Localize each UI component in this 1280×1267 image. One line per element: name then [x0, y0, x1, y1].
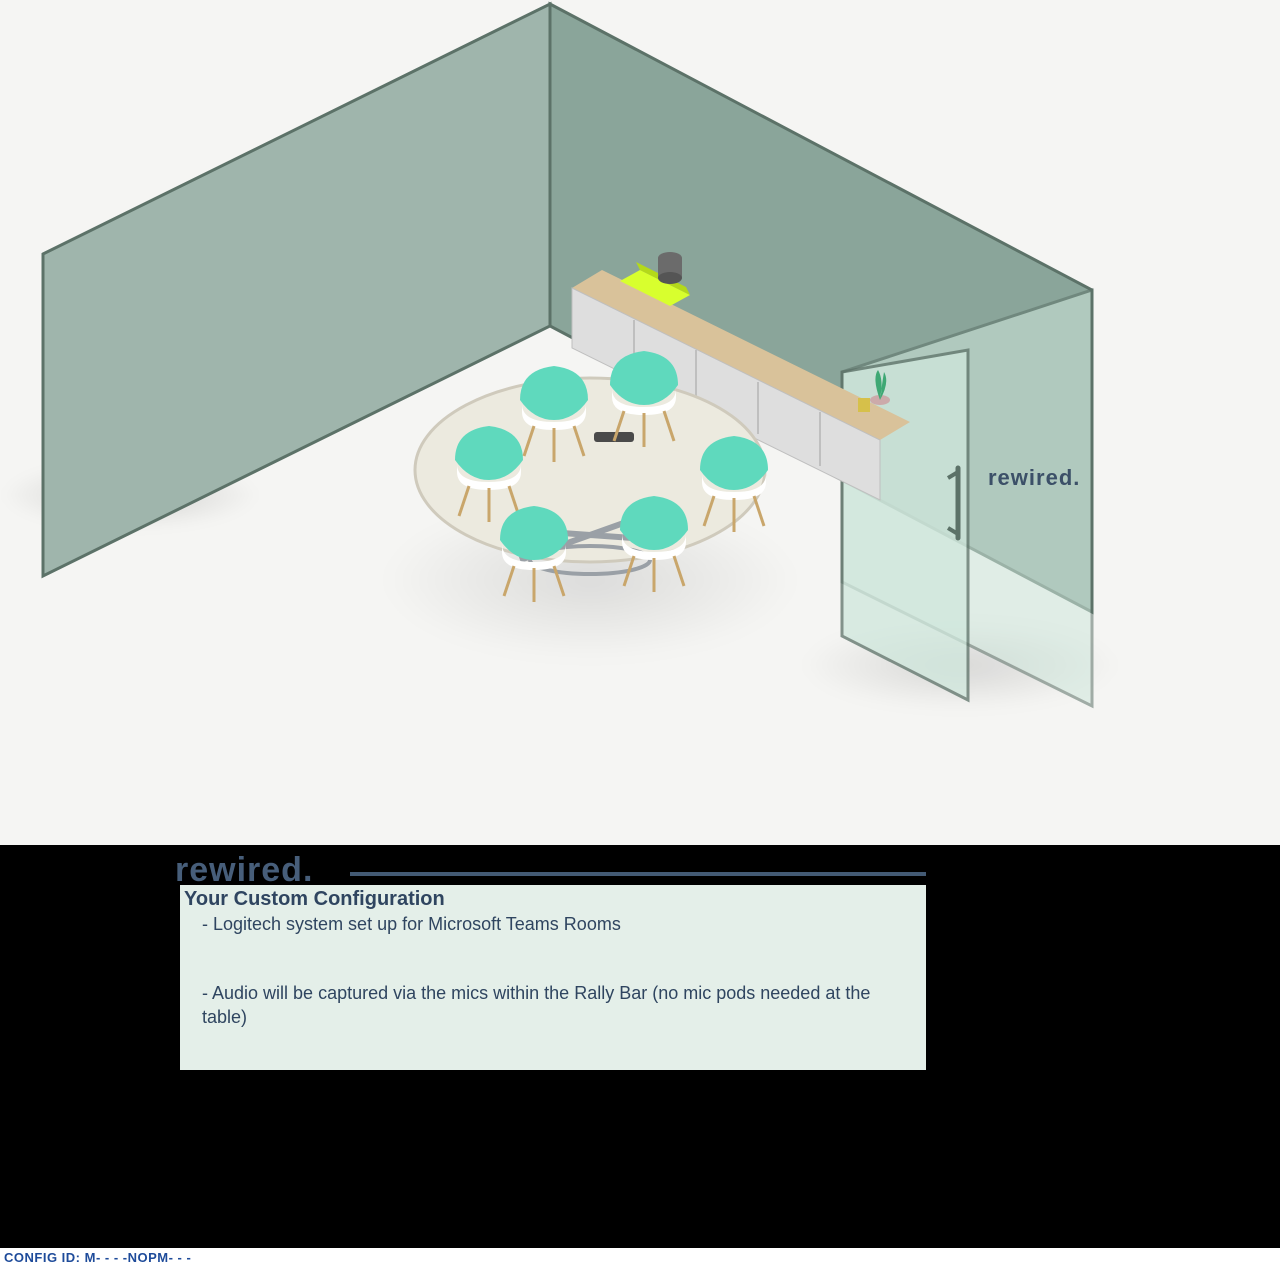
config-id-line: CONFIG ID: M- - - -NOPM- - - — [0, 1248, 1280, 1267]
config-list: Logitech system set up for Microsoft Tea… — [184, 913, 918, 1029]
config-title: Your Custom Configuration — [184, 888, 918, 911]
glass-door-brand-label: rewired. — [988, 465, 1080, 491]
brand-divider — [350, 872, 926, 876]
room-scene: rewired. — [0, 0, 1280, 845]
config-id-label: CONFIG ID: — [4, 1250, 81, 1265]
config-item: Audio will be captured via the mics with… — [202, 982, 918, 1029]
config-card: Your Custom Configuration Logitech syste… — [180, 885, 926, 1070]
footer-panel: rewired. Your Custom Configuration Logit… — [0, 845, 1280, 1267]
config-item: Logitech system set up for Microsoft Tea… — [202, 913, 918, 936]
config-id-value: M- - - -NOPM- - - — [85, 1250, 192, 1265]
cup-icon — [858, 398, 870, 412]
room-illustration — [0, 0, 1280, 845]
